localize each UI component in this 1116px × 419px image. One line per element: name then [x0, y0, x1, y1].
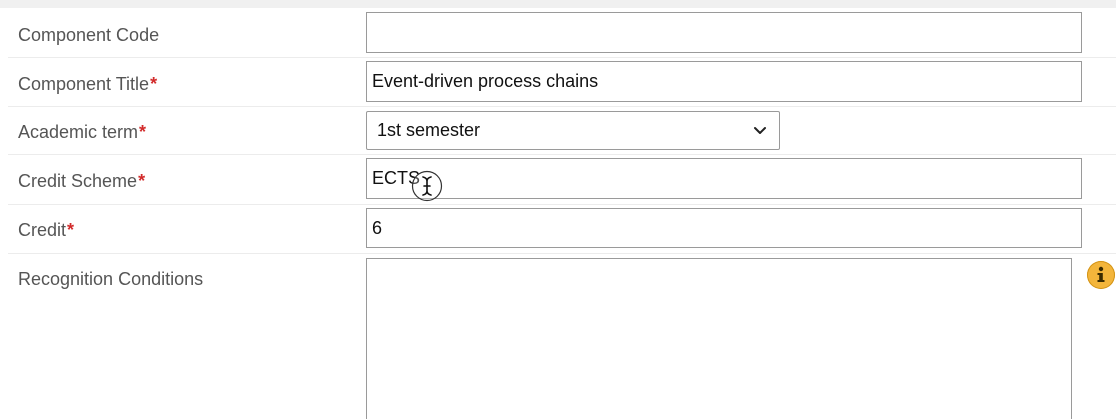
credit-input[interactable]: 6: [366, 208, 1082, 248]
credit-scheme-input[interactable]: ECTS: [366, 158, 1082, 199]
info-icon[interactable]: [1087, 261, 1115, 289]
academic-term-label-text: Academic term: [18, 122, 139, 142]
academic-term-select[interactable]: 1st semester: [366, 111, 780, 150]
component-title-input[interactable]: Event-driven process chains: [366, 61, 1082, 102]
component-title-label: Component Title*: [18, 74, 157, 95]
credit-label-text: Credit: [18, 220, 67, 240]
required-marker: *: [138, 171, 146, 191]
text-cursor-icon: [411, 170, 443, 202]
recognition-conditions-label: Recognition Conditions: [18, 269, 203, 290]
credit-scheme-label: Credit Scheme*: [18, 171, 145, 192]
recognition-conditions-textarea[interactable]: [366, 258, 1072, 419]
top-strip: [0, 0, 1116, 8]
required-marker: *: [67, 220, 75, 240]
required-marker: *: [139, 122, 147, 142]
component-code-label: Component Code: [18, 25, 159, 46]
academic-term-label: Academic term*: [18, 122, 146, 143]
component-code-input[interactable]: [366, 12, 1082, 53]
component-code-label-text: Component Code: [18, 25, 160, 45]
required-marker: *: [150, 74, 158, 94]
recognition-conditions-label-text: Recognition Conditions: [18, 269, 204, 289]
credit-scheme-label-text: Credit Scheme: [18, 171, 138, 191]
credit-label: Credit*: [18, 220, 74, 241]
academic-term-selected-value: 1st semester: [377, 120, 481, 140]
component-title-label-text: Component Title: [18, 74, 150, 94]
chevron-down-icon: [754, 126, 766, 134]
info-glyph: [1097, 266, 1105, 282]
